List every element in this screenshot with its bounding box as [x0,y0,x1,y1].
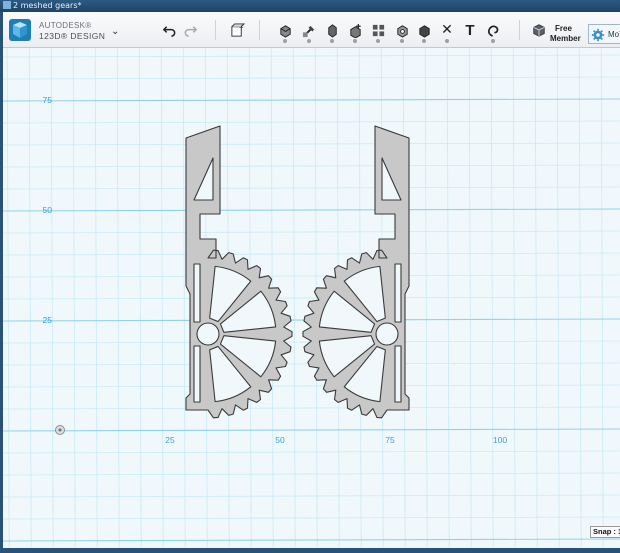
grid-minor-line [446,48,450,548]
gripper-right [302,125,410,419]
gear-frame-gap [394,345,402,403]
snap-label: Snap : [593,527,616,536]
grid-minor-line [3,252,620,256]
grid-minor-line [182,48,186,548]
y-axis-label: 25 [43,315,53,325]
y-axis-label: 50 [43,205,53,215]
account-tier-line1[interactable]: Free [555,24,572,33]
grid-major-line [3,538,620,542]
snap-dropdown-dot [491,39,495,43]
grid-minor-lines [3,48,620,548]
text-icon[interactable]: T [462,21,478,39]
grid-minor-line [3,494,620,498]
gear-parts[interactable] [185,125,410,419]
grid-origin-marker [55,425,65,435]
construct-icon[interactable] [347,22,363,38]
grid-minor-line [3,516,620,520]
grid-minor-line [468,48,472,548]
app-menu-chevron-down-icon[interactable]: ⌄ [111,26,119,37]
grouping-dropdown-dot [422,39,426,43]
snap-control[interactable]: Snap : 1 [590,526,620,538]
grid-minor-line [3,384,620,388]
delete-dropdown-dot [445,39,449,43]
grid-minor-line [160,48,164,548]
viewport-canvas[interactable]: 75 50 25 25 50 75 100 [3,48,620,548]
text-tool-glyph: T [465,21,475,39]
grouping-icon[interactable] [416,22,432,38]
window-title: 2 meshed gears* [13,1,82,10]
window-titlebar[interactable]: 2 meshed gears* [0,0,620,12]
x-axis-label: 50 [275,435,285,445]
toolbar-separator [519,20,520,40]
grid-minor-line [3,296,620,300]
x-axis-label: 75 [385,435,395,445]
main-toolbar: AUTODESK® 123D® DESIGN ⌄ + ✕ T Free Memb… [3,12,620,48]
new-object-icon[interactable]: + [229,22,245,38]
svg-text:+: + [238,23,244,31]
mot-label: MoT [608,30,620,39]
grid-minor-line [3,472,620,476]
delete-glyph: ✕ [441,22,453,38]
y-axis-label: 75 [43,95,53,105]
gear-hub-hole [196,322,220,346]
modify-dropdown-dot [376,39,380,43]
sketch-icon[interactable] [324,22,340,38]
sketch-dropdown-dot [330,39,334,43]
brand-vendor: AUTODESK® [39,21,92,30]
grid-labels: 75 50 25 25 50 75 100 [43,95,508,445]
grid-minor-line [138,48,142,548]
gear-frame-gap [193,263,201,323]
grid-minor-line [3,450,620,454]
transform-icon[interactable] [277,22,293,38]
brand-product: 123D® DESIGN [39,31,106,41]
snap-icon[interactable] [485,22,501,38]
3d-viewport[interactable]: 75 50 25 25 50 75 100 [3,48,620,548]
member-cube-icon[interactable] [532,23,546,37]
toolbar-separator [215,20,216,40]
pattern-icon[interactable] [394,22,410,38]
delete-icon[interactable]: ✕ [439,22,455,38]
transform-dropdown-dot [283,39,287,43]
grid-minor-line [490,48,494,548]
modify-icon[interactable] [370,22,386,38]
gear-hub-hole [375,322,399,346]
primitives-dropdown-dot [307,39,311,43]
grid-minor-line [3,406,620,410]
construct-dropdown-dot [353,39,357,43]
mot-button[interactable]: MoT [588,24,620,44]
redo-icon[interactable] [182,22,198,38]
toolbar-separator [259,20,260,40]
account-tier-line2[interactable]: Member [550,34,581,43]
app-logo-icon[interactable] [9,19,31,41]
grid-major-line [3,428,620,432]
grid-minor-line [3,274,620,278]
gear-frame-gap [193,345,201,403]
undo-icon[interactable] [161,22,177,38]
gear-frame-gap [394,263,402,323]
primitives-icon[interactable] [301,22,317,38]
gripper-left [185,125,293,419]
x-axis-label: 25 [165,435,175,445]
x-axis-label: 100 [493,435,507,445]
pattern-dropdown-dot [400,39,404,43]
window-frame-bottom [0,548,620,553]
app-icon [3,1,11,9]
mot-gear-icon [591,28,605,42]
